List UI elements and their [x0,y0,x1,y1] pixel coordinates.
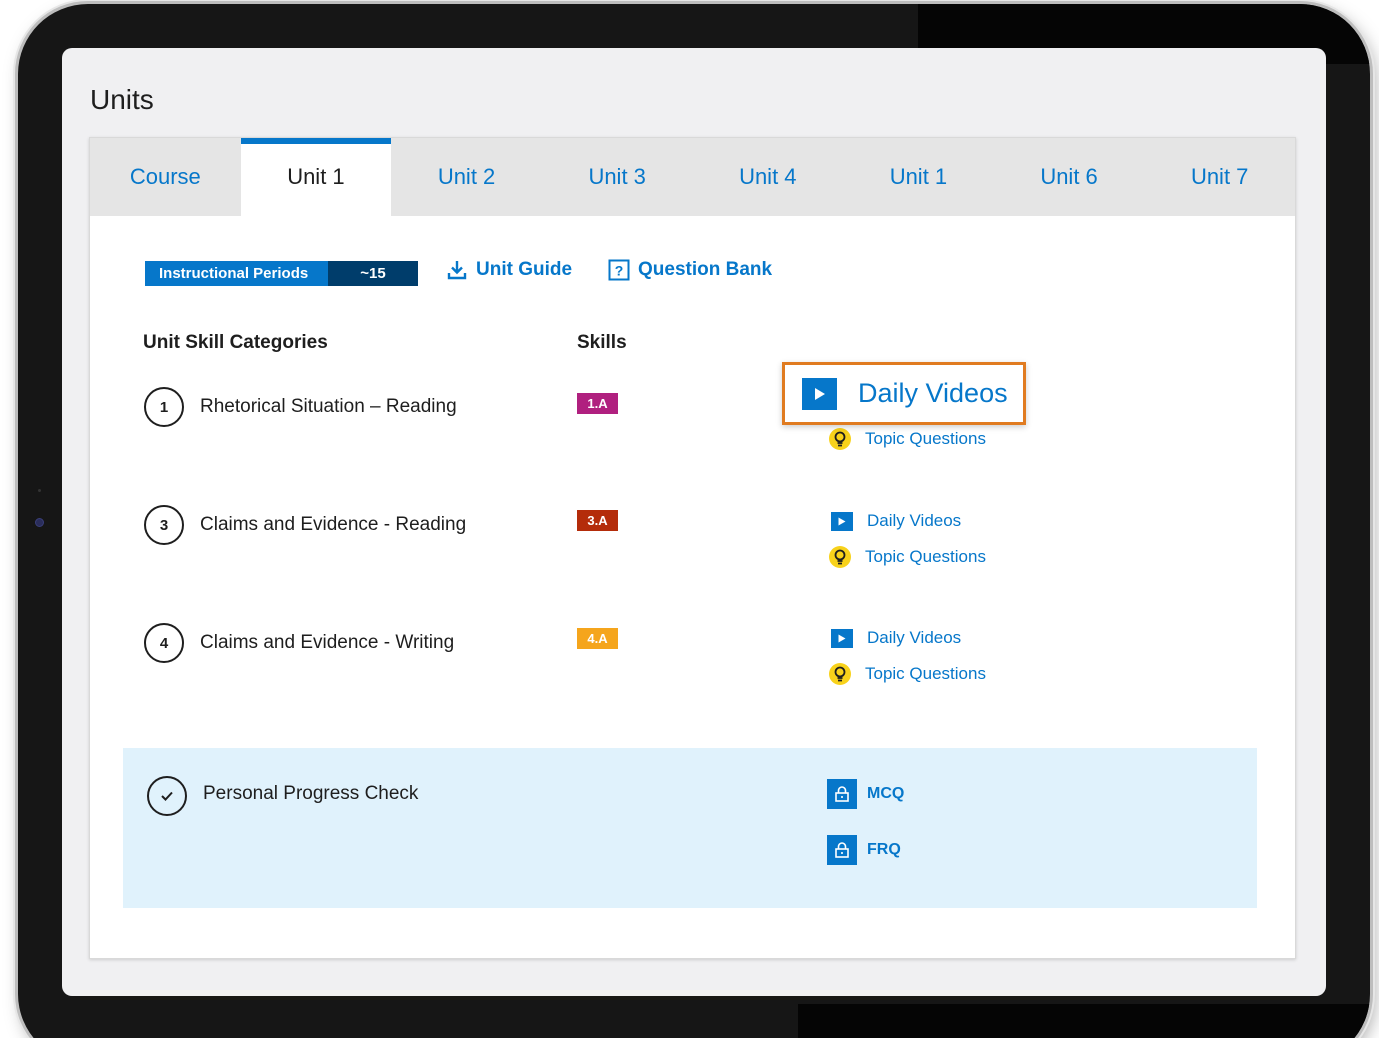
sensor-dot [38,489,41,492]
lightbulb-icon [829,546,851,568]
tab-unit-1-duplicate[interactable]: Unit 1 [843,138,994,216]
topic-questions-label: Topic Questions [865,664,986,683]
category-name: Claims and Evidence - Writing [200,632,455,653]
svg-text:?: ? [615,263,624,279]
lightbulb-icon [829,663,851,685]
periods-value: ~15 [328,261,418,286]
tab-unit-7[interactable]: Unit 7 [1144,138,1295,216]
topic-questions-link[interactable]: Topic Questions [829,428,986,450]
skill-tag: 1.A [577,393,618,414]
categories-heading: Unit Skill Categories [143,332,328,353]
periods-label: Instructional Periods [145,261,328,286]
daily-videos-link[interactable]: Daily Videos [831,511,961,531]
lock-icon [827,835,857,865]
tablet-glare-bottom [798,1004,1370,1038]
daily-videos-label: Daily Videos [867,511,962,530]
skills-heading: Skills [577,332,627,353]
personal-progress-check: Personal Progress Check MCQ FRQ [123,748,1257,908]
category-number: 4 [144,623,184,663]
play-icon [831,511,853,531]
check-icon [147,776,187,816]
daily-videos-link[interactable]: Daily Videos [831,628,961,648]
frq-link[interactable]: FRQ [827,835,901,865]
category-number: 3 [144,505,184,545]
play-icon [831,628,853,648]
unit-guide-link[interactable]: Unit Guide [446,259,572,281]
question-bank-link[interactable]: ? Question Bank [608,259,772,281]
skill-category-row: 4 Claims and Evidence - Writing [144,623,454,663]
topic-questions-link[interactable]: Topic Questions [829,546,986,568]
tab-unit-6[interactable]: Unit 6 [994,138,1145,216]
category-name: Rhetorical Situation – Reading [200,396,457,417]
camera-icon [35,518,44,527]
topic-questions-label: Topic Questions [865,429,986,448]
lock-icon [827,779,857,809]
mcq-link[interactable]: MCQ [827,779,904,809]
daily-videos-highlight[interactable]: Daily Videos [782,362,1026,425]
tab-unit-3[interactable]: Unit 3 [542,138,693,216]
skill-tag: 4.A [577,628,618,649]
frq-label: FRQ [867,841,901,858]
mcq-label: MCQ [867,785,905,802]
tab-unit-2[interactable]: Unit 2 [391,138,542,216]
download-icon [446,259,468,281]
unit-panel: Course Unit 1 Unit 2 Unit 3 Unit 4 Unit … [89,137,1296,959]
unit-tabs: Course Unit 1 Unit 2 Unit 3 Unit 4 Unit … [90,138,1295,216]
play-icon [802,377,837,410]
question-icon: ? [608,259,630,281]
page-title: Units [90,84,154,115]
lightbulb-icon [829,428,851,450]
daily-videos-label: Daily Videos [867,628,962,647]
topic-questions-link[interactable]: Topic Questions [829,663,986,685]
category-number: 1 [144,387,184,427]
skill-category-row: 1 Rhetorical Situation – Reading [144,387,457,427]
skill-tag: 3.A [577,510,618,531]
topic-questions-label: Topic Questions [865,547,986,566]
instructional-periods-badge: Instructional Periods ~15 [145,261,418,286]
tab-unit-4[interactable]: Unit 4 [693,138,844,216]
question-bank-label: Question Bank [638,259,773,280]
tab-course[interactable]: Course [90,138,241,216]
tab-unit-1[interactable]: Unit 1 [240,138,392,216]
tablet-screen: Units Course Unit 1 Unit 2 Unit 3 Unit 4… [62,48,1326,996]
progress-check-label: Personal Progress Check [203,783,419,804]
unit-guide-label: Unit Guide [476,259,573,280]
skill-category-row: 3 Claims and Evidence - Reading [144,505,466,545]
daily-videos-highlight-label: Daily Videos [858,378,1008,408]
category-name: Claims and Evidence - Reading [200,514,467,535]
